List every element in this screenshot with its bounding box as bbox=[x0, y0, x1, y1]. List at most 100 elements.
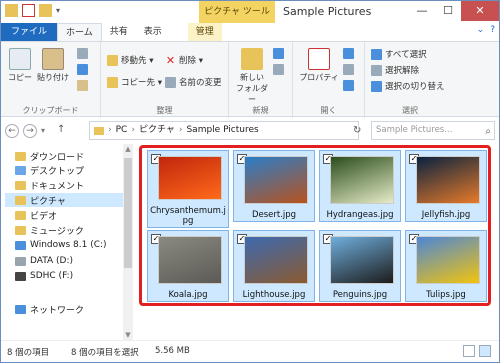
scroll-up-arrow[interactable]: ▲ bbox=[123, 144, 133, 154]
properties-icon[interactable] bbox=[22, 4, 35, 17]
cut-icon bbox=[77, 48, 88, 59]
nav-item[interactable]: ビデオ bbox=[15, 208, 57, 222]
close-button[interactable]: ✕ bbox=[461, 1, 499, 21]
easy-access-button[interactable] bbox=[273, 64, 284, 75]
help-icon[interactable]: ? bbox=[490, 25, 495, 35]
nav-item-label: SDHC (F:) bbox=[30, 271, 74, 281]
new-folder-icon[interactable] bbox=[39, 4, 52, 17]
file-item[interactable]: ✓ Desert.jpg bbox=[233, 150, 315, 222]
select-none-button[interactable]: 選択解除 bbox=[371, 64, 419, 76]
easy-access-icon bbox=[273, 64, 284, 75]
nav-item-label: ビデオ bbox=[30, 211, 58, 222]
drive-icon bbox=[15, 240, 26, 250]
back-button[interactable]: ← bbox=[5, 124, 19, 138]
nav-item[interactable]: DATA (D:) bbox=[15, 254, 73, 268]
file-item[interactable]: ✓ Hydrangeas.jpg bbox=[319, 150, 401, 222]
window-title: Sample Pictures bbox=[283, 5, 372, 18]
breadcrumb-pc[interactable]: PC bbox=[116, 122, 128, 139]
nav-item[interactable]: ダウンロード bbox=[15, 149, 84, 163]
copy-label: コピー bbox=[8, 73, 32, 82]
large-icons-view-button[interactable] bbox=[479, 345, 491, 357]
nav-item[interactable]: Windows 8.1 (C:) bbox=[15, 238, 107, 252]
breadcrumb-pictures[interactable]: ピクチャ bbox=[139, 122, 175, 139]
chevron-down-icon[interactable]: ⌄ bbox=[477, 25, 485, 35]
properties-icon bbox=[308, 48, 330, 70]
window-controls: — ☐ ✕ bbox=[409, 1, 499, 21]
tab-share[interactable]: 共有 bbox=[102, 23, 136, 41]
nav-item[interactable]: ピクチャ bbox=[5, 193, 123, 207]
nav-item-label: DATA (D:) bbox=[30, 256, 74, 266]
scrollbar-thumb[interactable] bbox=[124, 158, 132, 268]
file-item[interactable]: ✓ Penguins.jpg bbox=[319, 230, 401, 302]
search-input[interactable]: Sample Pictures... ⌕ bbox=[371, 121, 495, 140]
nav-scrollbar[interactable]: ▲ ▼ bbox=[123, 144, 133, 340]
breadcrumb-sample-pictures[interactable]: Sample Pictures bbox=[186, 122, 258, 139]
file-item[interactable]: ✓ Tulips.jpg bbox=[405, 230, 487, 302]
nav-item[interactable]: SDHC (F:) bbox=[15, 269, 73, 283]
folder-icon bbox=[15, 225, 26, 235]
new-folder-button[interactable]: 新しい フォルダー bbox=[233, 48, 271, 105]
edit-button[interactable] bbox=[343, 64, 354, 75]
folder-icon bbox=[94, 127, 104, 135]
cut-button[interactable] bbox=[77, 48, 88, 59]
chevron-down-icon[interactable]: ▾ bbox=[56, 4, 69, 17]
new-folder-icon bbox=[241, 48, 263, 70]
open-icon bbox=[343, 48, 354, 59]
properties-label: プロパティ bbox=[299, 73, 339, 82]
title-bar: ▾ ピクチャ ツール Sample Pictures — ☐ ✕ bbox=[1, 1, 499, 23]
select-all-icon bbox=[371, 48, 382, 60]
new-item-button[interactable] bbox=[273, 48, 284, 59]
copy-button[interactable]: コピー bbox=[7, 48, 33, 83]
tab-view[interactable]: 表示 bbox=[136, 23, 170, 41]
select-none-icon bbox=[371, 64, 382, 76]
move-icon bbox=[107, 54, 118, 66]
tab-manage[interactable]: 管理 bbox=[187, 23, 222, 41]
chevron-down-icon[interactable]: ▾ bbox=[41, 126, 45, 135]
file-item[interactable]: ✓ Koala.jpg bbox=[147, 230, 229, 302]
search-icon[interactable]: ⌕ bbox=[485, 123, 491, 140]
move-to-button[interactable]: 移動先 ▾ bbox=[107, 54, 153, 66]
tab-home[interactable]: ホーム bbox=[57, 23, 102, 41]
file-item[interactable]: ✓ Jellyfish.jpg bbox=[405, 150, 487, 222]
file-name: Jellyfish.jpg bbox=[421, 210, 471, 220]
copy-to-button[interactable]: コピー先 ▾ bbox=[107, 76, 162, 88]
history-button[interactable] bbox=[343, 80, 354, 91]
paste-button[interactable]: 貼り付け bbox=[35, 48, 71, 83]
minimize-button[interactable]: — bbox=[409, 1, 435, 21]
select-all-button[interactable]: すべて選択 bbox=[371, 48, 427, 60]
open-button[interactable] bbox=[343, 48, 354, 59]
history-icon bbox=[343, 80, 354, 91]
file-view: ✓ Chrysanthemum.jpg ✓ Desert.jpg ✓ Hydrangeas… bbox=[139, 144, 493, 340]
rename-button[interactable]: 名前の変更 bbox=[165, 76, 222, 88]
copy-to-label: コピー先 ▾ bbox=[121, 78, 162, 88]
scroll-down-arrow[interactable]: ▼ bbox=[123, 330, 133, 340]
refresh-icon[interactable]: ↻ bbox=[353, 125, 361, 136]
organize-group: 移動先 ▾ コピー先 ▾ ✕ 削除 ▾ 名前の変更 整理 bbox=[101, 42, 229, 118]
breadcrumb-separator: › bbox=[178, 125, 183, 135]
navigation-pane: ▲ ▼ ダウンロード デスクトップ ドキュメント ピクチャビデオ ミュージック Windo… bbox=[1, 144, 133, 340]
nav-item[interactable]: ミュージック bbox=[15, 223, 84, 237]
paste-shortcut-button[interactable] bbox=[77, 80, 88, 91]
new-group: 新しい フォルダー 新規 bbox=[229, 42, 293, 118]
search-placeholder: Sample Pictures... bbox=[376, 125, 453, 135]
image-thumbnail bbox=[330, 156, 394, 204]
file-item[interactable]: ✓ Lighthouse.jpg bbox=[233, 230, 315, 302]
drive-icon bbox=[15, 256, 26, 266]
nav-item[interactable]: ネットワーク bbox=[15, 302, 84, 316]
copy-path-button[interactable] bbox=[77, 64, 88, 75]
up-arrow-icon[interactable]: ↑ bbox=[57, 124, 65, 135]
invert-selection-button[interactable]: 選択の切り替え bbox=[371, 80, 445, 92]
properties-button[interactable]: プロパティ bbox=[299, 48, 339, 83]
ribbon: コピー 貼り付け クリップボード 移動先 ▾ コピー先 ▾ ✕ 削除 ▾ 名前の変… bbox=[1, 41, 499, 118]
delete-button[interactable]: ✕ 削除 ▾ bbox=[165, 54, 203, 67]
nav-item[interactable]: デスクトップ bbox=[15, 163, 84, 177]
address-field[interactable]: › PC › ピクチャ › Sample Pictures bbox=[89, 121, 359, 140]
picture-tools-context-tab: ピクチャ ツール bbox=[199, 1, 275, 23]
forward-button[interactable]: → bbox=[23, 124, 37, 138]
tab-file[interactable]: ファイル bbox=[1, 23, 58, 41]
folder-icon bbox=[15, 195, 26, 205]
maximize-button[interactable]: ☐ bbox=[435, 1, 461, 21]
file-item[interactable]: ✓ Chrysanthemum.jpg bbox=[147, 150, 229, 228]
details-view-button[interactable] bbox=[463, 345, 475, 357]
nav-item[interactable]: ドキュメント bbox=[15, 178, 84, 192]
